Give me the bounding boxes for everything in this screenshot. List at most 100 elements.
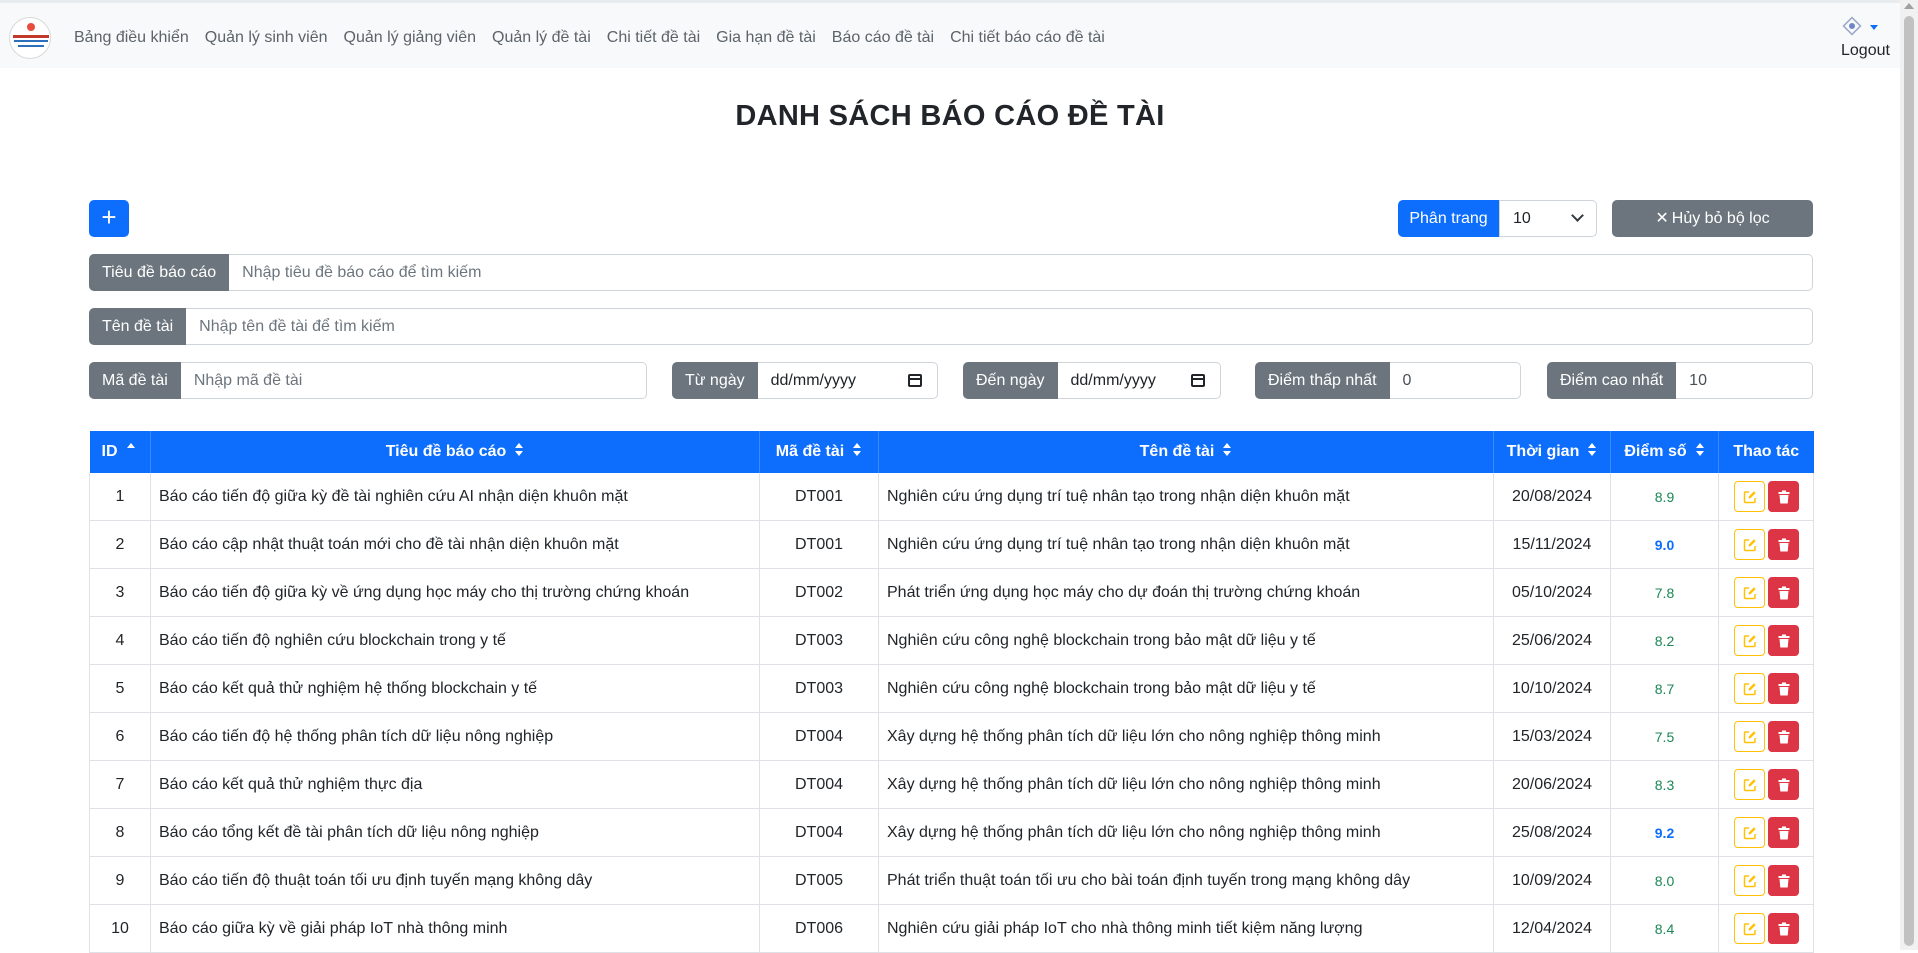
pagination-label: Phân trang bbox=[1398, 200, 1499, 237]
filter-max-score: Điểm cao nhất 10 bbox=[1547, 362, 1813, 399]
column-header-id[interactable]: ID bbox=[89, 431, 151, 473]
edit-button[interactable] bbox=[1733, 817, 1765, 848]
cell-time: 20/06/2024 bbox=[1493, 760, 1611, 809]
calendar-icon[interactable] bbox=[1191, 374, 1205, 387]
table-row[interactable]: 4 Báo cáo tiến độ nghiên cứu blockchain t… bbox=[89, 616, 1814, 665]
cell-topic-name: Nghiên cứu công nghệ blockchain trong bả… bbox=[878, 616, 1494, 665]
delete-button[interactable] bbox=[1767, 625, 1799, 656]
trash-icon bbox=[1778, 634, 1789, 648]
cell-topic-name: Nghiên cứu ứng dụng trí tuệ nhân tạo tro… bbox=[878, 520, 1494, 569]
column-header-time[interactable]: Thời gian bbox=[1493, 431, 1611, 473]
table-row[interactable]: 8 Báo cáo tổng kết đề tài phân tích dữ li… bbox=[89, 808, 1814, 857]
user-menu[interactable]: Logout bbox=[1838, 13, 1894, 65]
edit-button[interactable] bbox=[1733, 769, 1765, 800]
nav-topic-reports[interactable]: Báo cáo đề tài bbox=[832, 29, 934, 47]
delete-button[interactable] bbox=[1767, 481, 1799, 512]
nav-topic-details[interactable]: Chi tiết đề tài bbox=[607, 29, 700, 47]
nav-report-details[interactable]: Chi tiết báo cáo đề tài bbox=[950, 29, 1105, 47]
delete-button[interactable] bbox=[1767, 865, 1799, 896]
edit-button[interactable] bbox=[1733, 673, 1765, 704]
filter-min-score-label: Điểm thấp nhất bbox=[1255, 362, 1390, 399]
edit-button[interactable] bbox=[1733, 625, 1765, 656]
cell-report-title: Báo cáo tiến độ nghiên cứu blockchain tr… bbox=[150, 616, 760, 665]
delete-button[interactable] bbox=[1767, 817, 1799, 848]
table-row[interactable]: 1 Báo cáo tiến độ giữa kỳ đề tài nghiên c… bbox=[89, 473, 1814, 521]
filter-max-score-label: Điểm cao nhất bbox=[1547, 362, 1677, 399]
page-title: DANH SÁCH BÁO CÁO ĐỀ TÀI bbox=[735, 100, 1165, 132]
cell-report-title: Báo cáo giữa kỳ về giải pháp IoT nhà thô… bbox=[150, 904, 760, 953]
nav-lecturers[interactable]: Quản lý giảng viên bbox=[344, 29, 477, 47]
nav-topics[interactable]: Quản lý đề tài bbox=[492, 29, 591, 47]
nav-topic-extensions[interactable]: Gia hạn đề tài bbox=[716, 29, 816, 47]
edit-button[interactable] bbox=[1733, 577, 1765, 608]
edit-button[interactable] bbox=[1733, 529, 1765, 560]
cell-time: 12/04/2024 bbox=[1493, 904, 1611, 953]
scrollbar-thumb[interactable] bbox=[1904, 16, 1914, 946]
university-logo[interactable] bbox=[9, 17, 51, 59]
edit-button[interactable] bbox=[1733, 865, 1765, 896]
filter-topic-name-label: Tên đề tài bbox=[89, 308, 187, 345]
sort-icon[interactable] bbox=[515, 442, 524, 457]
topic-code-input[interactable]: Nhập mã đề tài bbox=[180, 362, 647, 399]
nav-dashboard[interactable]: Bảng điều khiển bbox=[74, 29, 189, 47]
cell-topic-code: DT001 bbox=[759, 473, 879, 521]
sort-icon[interactable] bbox=[1588, 442, 1597, 457]
add-report-button[interactable]: + bbox=[89, 200, 129, 237]
edit-button[interactable] bbox=[1733, 721, 1765, 752]
cell-topic-code: DT004 bbox=[759, 712, 879, 761]
delete-button[interactable] bbox=[1767, 913, 1799, 944]
edit-button[interactable] bbox=[1733, 913, 1765, 944]
table-row[interactable]: 10 Báo cáo giữa kỳ về giải pháp IoT nhà t… bbox=[89, 904, 1814, 953]
table-row[interactable]: 2 Báo cáo cập nhật thuật toán mới cho đề … bbox=[89, 520, 1814, 569]
column-header-id-label: ID bbox=[101, 443, 118, 460]
cell-report-title: Báo cáo tiến độ thuật toán tối ưu định t… bbox=[150, 856, 760, 905]
to-date-input[interactable]: dd/mm/yyyy bbox=[1057, 362, 1221, 399]
table-row[interactable]: 5 Báo cáo kết quả thử nghiệm hệ thống blo… bbox=[89, 664, 1814, 713]
cell-topic-code: DT003 bbox=[759, 616, 879, 665]
trash-icon bbox=[1778, 586, 1789, 600]
sort-icon[interactable] bbox=[1695, 442, 1705, 457]
logout-link[interactable]: Logout bbox=[1841, 42, 1890, 60]
min-score-input[interactable]: 0 bbox=[1389, 362, 1521, 399]
cell-topic-name: Xây dựng hệ thống phân tích dữ liệu lớn … bbox=[878, 760, 1494, 809]
edit-button[interactable] bbox=[1733, 481, 1765, 512]
report-title-search-input[interactable]: Nhập tiêu đề báo cáo để tìm kiếm bbox=[229, 254, 1813, 291]
cell-report-title: Báo cáo tiến độ giữa kỳ đề tài nghiên cứ… bbox=[150, 473, 760, 521]
table-row[interactable]: 9 Báo cáo tiến độ thuật toán tối ưu định … bbox=[89, 856, 1814, 905]
delete-button[interactable] bbox=[1767, 577, 1799, 608]
delete-button[interactable] bbox=[1767, 769, 1799, 800]
calendar-icon[interactable] bbox=[908, 374, 922, 387]
nav-students[interactable]: Quản lý sinh viên bbox=[205, 29, 328, 47]
column-header-code[interactable]: Mã đề tài bbox=[759, 431, 879, 473]
filter-report-title-label: Tiêu đề báo cáo bbox=[89, 254, 230, 291]
cell-score: 7.5 bbox=[1610, 712, 1719, 761]
topic-name-search-input[interactable]: Nhập tên đề tài để tìm kiếm bbox=[186, 308, 1813, 345]
sort-icon[interactable] bbox=[853, 442, 862, 457]
clear-filters-button[interactable]: ✕ Hủy bỏ bộ lọc bbox=[1612, 200, 1813, 237]
filter-min-score: Điểm thấp nhất 0 bbox=[1255, 362, 1521, 399]
delete-button[interactable] bbox=[1767, 673, 1799, 704]
page-size-select[interactable]: 10 bbox=[1499, 200, 1597, 237]
table-row[interactable]: 3 Báo cáo tiến độ giữa kỳ về ứng dụng học… bbox=[89, 568, 1814, 617]
filter-to-date: Đến ngày dd/mm/yyyy bbox=[963, 362, 1221, 399]
sort-icon[interactable] bbox=[1223, 442, 1232, 457]
cell-time: 20/08/2024 bbox=[1493, 473, 1611, 521]
table-row[interactable]: 6 Báo cáo tiến độ hệ thống phân tích dữ l… bbox=[89, 712, 1814, 761]
delete-button[interactable] bbox=[1767, 721, 1799, 752]
cell-time: 25/08/2024 bbox=[1493, 808, 1611, 857]
cell-report-title: Báo cáo kết quả thử nghiệm hệ thống bloc… bbox=[150, 664, 760, 713]
table-row[interactable]: 7 Báo cáo kết quả thử nghiệm thực địa DT00… bbox=[89, 760, 1814, 809]
chevron-down-icon[interactable] bbox=[1870, 25, 1878, 30]
to-date-value: dd/mm/yyyy bbox=[1070, 372, 1156, 389]
max-score-input[interactable]: 10 bbox=[1676, 362, 1813, 399]
edit-icon bbox=[1743, 683, 1756, 696]
clear-filters-label: Hủy bỏ bộ lọc bbox=[1671, 210, 1770, 227]
column-header-title[interactable]: Tiêu đề báo cáo bbox=[150, 431, 760, 473]
sort-asc-icon[interactable] bbox=[126, 442, 136, 457]
from-date-input[interactable]: dd/mm/yyyy bbox=[757, 362, 938, 399]
column-header-topic[interactable]: Tên đề tài bbox=[878, 431, 1494, 473]
delete-button[interactable] bbox=[1767, 529, 1799, 560]
scroll-up-arrow-icon[interactable] bbox=[1904, 3, 1914, 9]
column-header-score[interactable]: Điểm số bbox=[1610, 431, 1719, 473]
user-avatar-icon[interactable] bbox=[1841, 15, 1863, 37]
